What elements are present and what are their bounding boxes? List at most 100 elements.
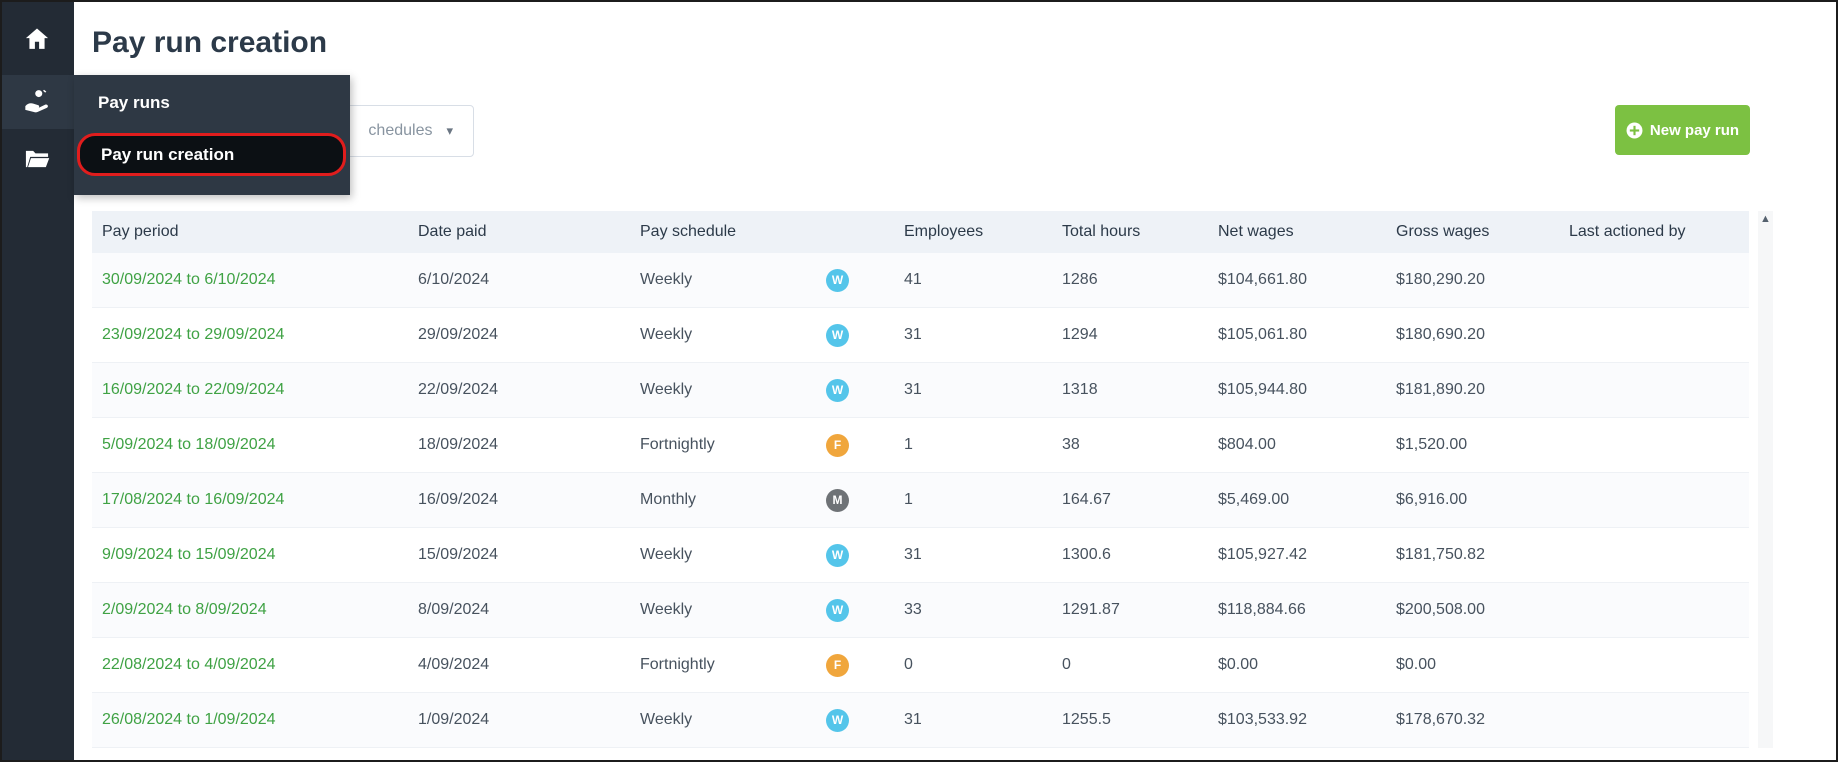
date-paid-cell: 22/09/2024: [418, 381, 499, 398]
net-wages-cell: $5,469.00: [1218, 491, 1290, 508]
table-row: 5/09/2024 to 18/09/2024 18/09/2024 Fortn…: [92, 418, 1749, 473]
gross-wages-cell: $178,670.32: [1396, 711, 1485, 728]
pay-schedule-cell: Weekly: [640, 271, 693, 288]
employees-cell: 31: [904, 381, 922, 398]
sidebar-item-folder[interactable]: [0, 134, 74, 188]
date-paid-cell: 1/09/2024: [418, 711, 490, 728]
employees-cell: 31: [904, 326, 922, 343]
pay-schedule-cell: Fortnightly: [640, 436, 715, 453]
pay-runs-flyout-menu: Pay runs Pay run creation: [74, 75, 350, 195]
gross-wages-cell: $6,916.00: [1396, 491, 1468, 508]
gross-wages-cell: $0.00: [1396, 656, 1437, 673]
gross-wages-cell: $1,520.00: [1396, 436, 1468, 453]
net-wages-cell: $105,061.80: [1218, 326, 1307, 343]
table-row: 23/09/2024 to 29/09/2024 29/09/2024 Week…: [92, 308, 1749, 363]
net-wages-cell: $0.00: [1218, 656, 1259, 673]
date-paid-cell: 4/09/2024: [418, 656, 490, 673]
pay-schedule-cell: Weekly: [640, 601, 693, 618]
employees-cell: 33: [904, 601, 922, 618]
date-paid-cell: 8/09/2024: [418, 601, 490, 618]
pay-period-link[interactable]: 22/08/2024 to 4/09/2024: [102, 656, 276, 673]
net-wages-cell: $103,533.92: [1218, 711, 1307, 728]
table-row: 30/09/2024 to 6/10/2024 6/10/2024 Weekly…: [92, 253, 1749, 308]
plus-circle-icon: [1626, 122, 1643, 139]
sidebar-item-home[interactable]: [0, 14, 74, 68]
date-paid-cell: 6/10/2024: [418, 271, 490, 288]
pay-schedule-cell: Weekly: [640, 381, 693, 398]
pay-schedule-badge-icon: W: [826, 543, 849, 567]
new-pay-run-label: New pay run: [1649, 121, 1740, 139]
flyout-item-pay-run-creation[interactable]: Pay run creation: [77, 133, 346, 176]
pay-period-link[interactable]: 17/08/2024 to 16/09/2024: [102, 491, 284, 508]
pay-schedule-badge-icon: W: [826, 378, 849, 402]
sidebar-item-pay-runs[interactable]: [0, 75, 74, 129]
table-row: 9/09/2024 to 15/09/2024 15/09/2024 Weekl…: [92, 528, 1749, 583]
table-row: 22/08/2024 to 4/09/2024 4/09/2024 Fortni…: [92, 638, 1749, 693]
pay-schedule-badge-icon: W: [826, 708, 849, 732]
pay-period-link[interactable]: 2/09/2024 to 8/09/2024: [102, 601, 267, 618]
pay-runs-icon: [23, 86, 51, 119]
pay-period-link[interactable]: 30/09/2024 to 6/10/2024: [102, 271, 276, 288]
pay-schedule-cell: Weekly: [640, 711, 693, 728]
pay-period-link[interactable]: 23/09/2024 to 29/09/2024: [102, 326, 284, 343]
gross-wages-cell: $181,890.20: [1396, 381, 1485, 398]
pay-period-link[interactable]: 9/09/2024 to 15/09/2024: [102, 546, 276, 563]
page-title: Pay run creation: [92, 26, 328, 59]
gross-wages-cell: $181,750.82: [1396, 546, 1485, 563]
pay-period-link[interactable]: 26/08/2024 to 1/09/2024: [102, 711, 276, 728]
chevron-down-icon: ▾: [446, 123, 453, 138]
header-employees: Employees: [904, 223, 984, 240]
pay-schedule-badge-icon: F: [826, 433, 849, 457]
pay-period-link[interactable]: 16/09/2024 to 22/09/2024: [102, 381, 284, 398]
employees-cell: 31: [904, 546, 922, 563]
total-hours-cell: 1318: [1062, 381, 1098, 398]
net-wages-cell: $105,927.42: [1218, 546, 1307, 563]
employees-cell: 0: [904, 656, 913, 673]
home-icon: [23, 25, 51, 58]
employees-cell: 31: [904, 711, 922, 728]
pay-schedule-badge-icon: W: [826, 268, 849, 292]
pay-schedule-badge-icon: F: [826, 653, 849, 677]
total-hours-cell: 164.67: [1062, 491, 1111, 508]
total-hours-cell: 1300.6: [1062, 546, 1111, 563]
gross-wages-cell: $180,290.20: [1396, 271, 1485, 288]
table-row: 2/09/2024 to 8/09/2024 8/09/2024 Weekly …: [92, 583, 1749, 638]
table-body: 30/09/2024 to 6/10/2024 6/10/2024 Weekly…: [92, 253, 1749, 748]
pay-schedule-cell: Weekly: [640, 546, 693, 563]
table-header-row: Pay period Date paid Pay schedule Employ…: [92, 211, 1749, 253]
total-hours-cell: 38: [1062, 436, 1080, 453]
total-hours-cell: 0: [1062, 656, 1071, 673]
net-wages-cell: $118,884.66: [1218, 601, 1306, 618]
table-scrollbar[interactable]: ▲: [1758, 211, 1773, 748]
table-row: 26/08/2024 to 1/09/2024 1/09/2024 Weekly…: [92, 693, 1749, 748]
total-hours-cell: 1294: [1062, 326, 1098, 343]
new-pay-run-button[interactable]: New pay run: [1615, 105, 1750, 155]
header-last-actioned-by: Last actioned by: [1569, 223, 1686, 240]
pay-schedule-filter-value: chedules: [368, 122, 433, 139]
gross-wages-cell: $200,508.00: [1396, 601, 1485, 618]
date-paid-cell: 18/09/2024: [418, 436, 499, 453]
header-net-wages: Net wages: [1218, 223, 1294, 240]
pay-period-link[interactable]: 5/09/2024 to 18/09/2024: [102, 436, 276, 453]
table-row: 17/08/2024 to 16/09/2024 16/09/2024 Mont…: [92, 473, 1749, 528]
flyout-item-label: Pay run creation: [101, 144, 235, 164]
net-wages-cell: $804.00: [1218, 436, 1276, 453]
scroll-up-icon[interactable]: ▲: [1758, 211, 1773, 227]
total-hours-cell: 1291.87: [1062, 601, 1120, 618]
employees-cell: 1: [904, 436, 913, 453]
pay-schedule-cell: Monthly: [640, 491, 697, 508]
pay-schedule-cell: Fortnightly: [640, 656, 715, 673]
gross-wages-cell: $180,690.20: [1396, 326, 1485, 343]
date-paid-cell: 16/09/2024: [418, 491, 499, 508]
header-gross-wages: Gross wages: [1396, 223, 1490, 240]
pay-schedule-badge-icon: M: [826, 488, 849, 512]
employees-cell: 1: [904, 491, 913, 508]
flyout-item-pay-runs[interactable]: Pay runs: [74, 75, 350, 131]
date-paid-cell: 15/09/2024: [418, 546, 499, 563]
net-wages-cell: $104,661.80: [1218, 271, 1307, 288]
flyout-item-label: Pay runs: [98, 93, 170, 112]
employees-cell: 41: [904, 271, 922, 288]
date-paid-cell: 29/09/2024: [418, 326, 499, 343]
header-pay-period: Pay period: [102, 223, 179, 240]
pay-schedule-cell: Weekly: [640, 326, 693, 343]
